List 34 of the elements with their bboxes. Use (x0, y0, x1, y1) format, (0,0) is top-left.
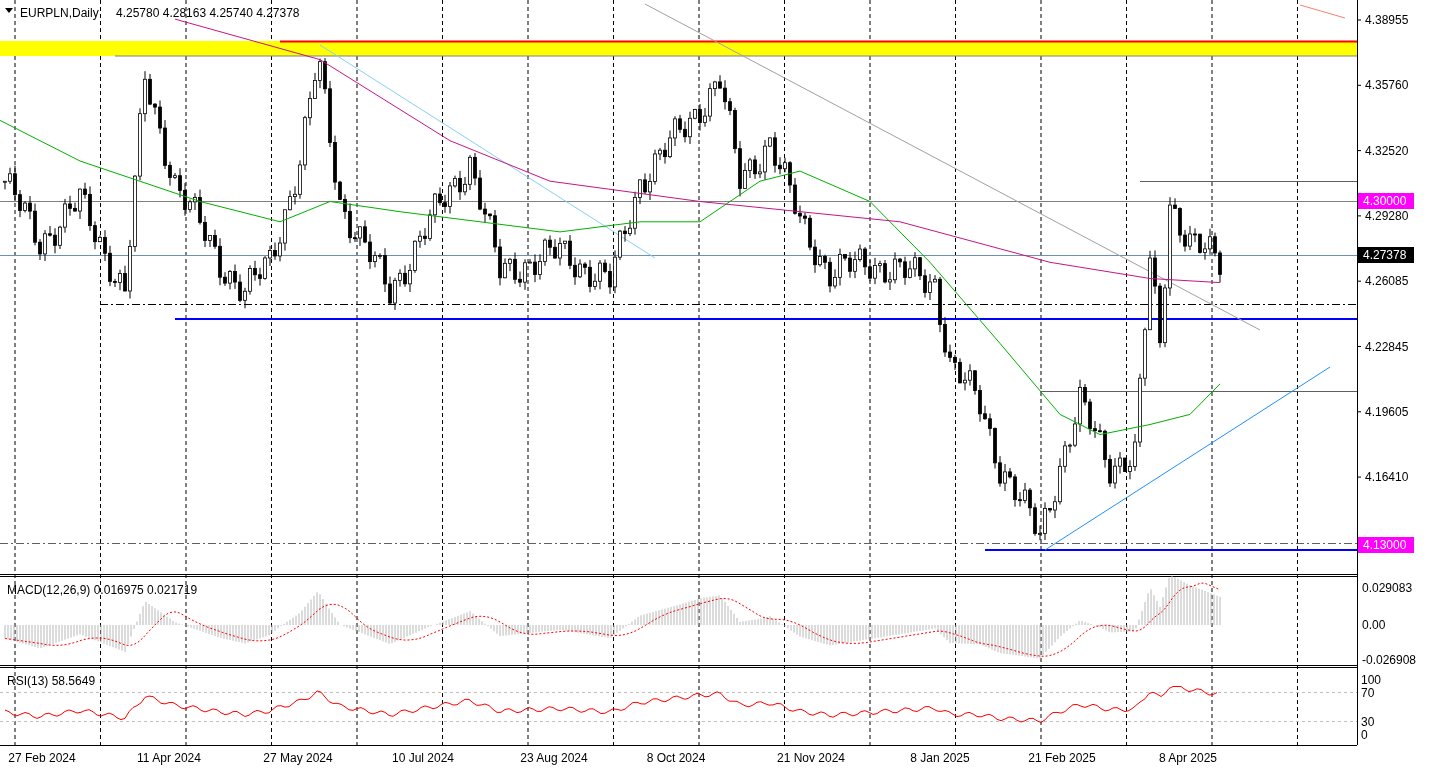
rsi-axis-label: 30 (1361, 715, 1375, 729)
date-label: 11 Apr 2024 (137, 751, 201, 765)
date-label: 21 Nov 2024 (776, 751, 846, 765)
dropdown-icon[interactable] (5, 8, 13, 13)
price-axis-label: 4.19605 (1365, 404, 1409, 419)
trend-line (1299, 4, 1346, 19)
price-axis-label: 4.26085 (1365, 274, 1409, 289)
price-axis-label: 4.16410 (1365, 470, 1409, 485)
price-axis-label: 4.29280 (1365, 208, 1409, 223)
macd-axis-label: -0.026908 (1362, 653, 1417, 667)
date-label: 27 May 2024 (263, 751, 333, 765)
date-label: 21 Feb 2025 (1028, 751, 1096, 765)
macd-axis-label: 0.00 (1362, 618, 1386, 632)
price-axis-label: 4.38955 (1365, 13, 1409, 27)
macd-label: MACD(12,26,9) 0.016975 0.021719 (7, 583, 198, 597)
rsi-axis-label: 100 (1361, 673, 1382, 687)
price-axis-label: 4.35760 (1365, 78, 1409, 93)
price-tag-label: 4.13000 (1363, 538, 1407, 552)
price-axis-label: 4.22845 (1365, 339, 1409, 354)
date-label: 8 Jan 2025 (910, 751, 970, 765)
rsi-label: RSI(13) 58.5649 (7, 674, 96, 688)
ohlc-values: 4.25780 4.28163 4.25740 4.27378 (116, 6, 300, 20)
date-label: 23 Aug 2024 (520, 751, 588, 765)
price-tag-label: 4.30000 (1363, 194, 1407, 208)
price-axis-label: 4.32520 (1365, 143, 1409, 158)
date-label: 27 Feb 2024 (8, 751, 76, 765)
rsi-axis-label: 0 (1361, 728, 1368, 742)
rsi-axis-label: 70 (1361, 686, 1375, 700)
price-tag-label: 4.27378 (1363, 248, 1407, 262)
date-label: 10 Jul 2024 (391, 751, 455, 765)
date-label: 8 Oct 2024 (646, 751, 706, 765)
macd-axis-label: 0.029083 (1362, 581, 1413, 595)
date-label: 8 Apr 2025 (1158, 751, 1218, 765)
symbol-label: EURPLN,Daily (20, 6, 99, 20)
